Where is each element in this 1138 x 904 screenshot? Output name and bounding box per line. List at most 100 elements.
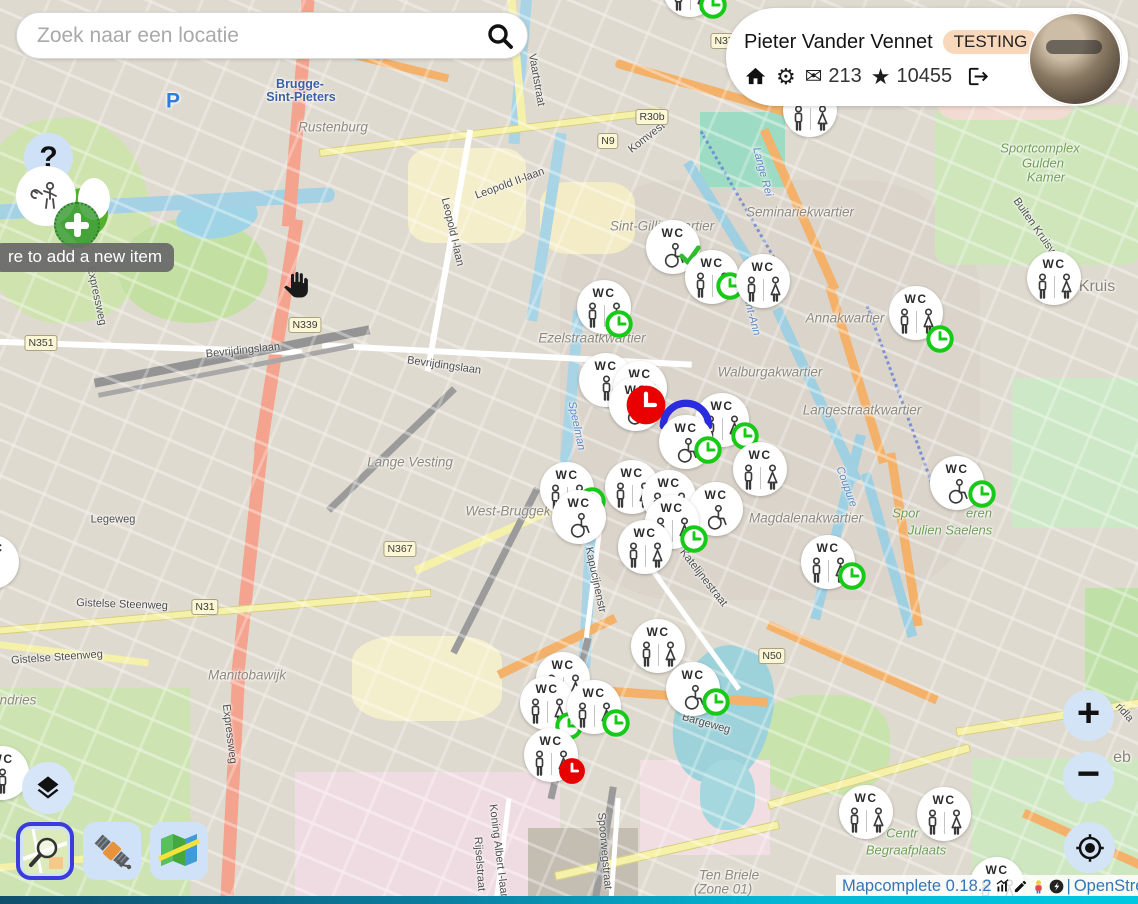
star-icon[interactable]: ★	[871, 66, 891, 88]
wc-label: WC	[752, 260, 775, 274]
wc-label: WC	[593, 286, 616, 300]
wc-label: WC	[749, 448, 772, 462]
pictogram-row	[923, 806, 966, 836]
user-name-row: Pieter Vander Vennet TESTING	[744, 30, 1038, 54]
map-canvas[interactable]: Brugge-Sint-PietersRustenburgSint-Gillis…	[0, 0, 1138, 904]
geolocate-button[interactable]	[1064, 822, 1115, 873]
toilet-marker[interactable]: WC	[801, 535, 855, 589]
logout-icon[interactable]	[967, 65, 990, 88]
toilet-marker[interactable]: WC	[685, 250, 739, 304]
pictogram-row	[739, 461, 782, 491]
opening-hours-open-icon	[694, 436, 723, 465]
zoom-in-label: +	[1077, 691, 1100, 736]
wc-label: WC	[933, 793, 956, 807]
wc-label: WC	[661, 501, 684, 515]
wc-label: WC	[647, 625, 670, 639]
toilet-marker[interactable]: WC	[524, 728, 578, 782]
toilet-marker[interactable]: WC	[552, 490, 606, 544]
user-name: Pieter Vander Vennet	[744, 31, 933, 54]
toilet-marker[interactable]: WC	[567, 680, 621, 734]
user-mode-badge: TESTING	[943, 30, 1039, 54]
style-map-button[interactable]	[150, 822, 208, 880]
wc-label: WC	[817, 541, 840, 555]
wc-label: WC	[658, 476, 681, 490]
opening-hours-open-icon	[968, 480, 997, 509]
toilet-marker[interactable]: WC	[736, 254, 790, 308]
search-icon[interactable]	[485, 21, 515, 51]
toilet-marker[interactable]: WC	[520, 676, 574, 730]
toilet-marker[interactable]: WC	[917, 787, 971, 841]
avatar[interactable]	[1028, 12, 1122, 106]
add-plus-icon[interactable]	[54, 202, 100, 248]
layers-button[interactable]	[22, 762, 74, 814]
wc-label: WC	[621, 466, 644, 480]
wc-label: WC	[634, 526, 657, 540]
pictogram-row	[1033, 270, 1076, 300]
opening-hours-open-icon	[838, 562, 867, 591]
wc-label: WC	[946, 462, 969, 476]
envelope-icon[interactable]: ✉	[805, 66, 823, 87]
toilet-marker[interactable]: WC	[666, 662, 720, 716]
osm-link[interactable]: OpenStreetMap	[1074, 877, 1138, 896]
opening-hours-open-icon	[699, 0, 728, 20]
gear-icon[interactable]: ⚙	[776, 66, 796, 88]
style-satellite-button[interactable]	[83, 822, 141, 880]
pictogram-row	[624, 539, 667, 569]
opening-hours-open-icon	[926, 325, 955, 354]
toilet-pin[interactable]: WC	[839, 785, 893, 839]
wc-label: WC	[568, 496, 591, 510]
home-icon[interactable]	[744, 65, 767, 88]
wc-label: WC	[556, 468, 579, 482]
toilet-pin[interactable]: WC	[736, 254, 790, 308]
stats-icon[interactable]	[995, 879, 1010, 894]
search-bar[interactable]	[16, 12, 528, 59]
pictogram-row	[742, 273, 785, 303]
style-osm-carto-button[interactable]	[16, 822, 74, 880]
toilet-marker[interactable]: WC	[1027, 251, 1081, 305]
toilet-pin[interactable]: WC	[917, 787, 971, 841]
wc-label: WC	[1043, 257, 1066, 271]
zoom-in-button[interactable]: +	[1063, 690, 1114, 741]
attribution-bar: Mapcomplete 0.18.2 | OpenStreetMap	[836, 875, 1138, 898]
toilet-marker[interactable]: WC	[577, 280, 631, 334]
pictogram-row	[564, 509, 594, 539]
toilet-pin[interactable]: WC	[552, 490, 606, 544]
wc-label: WC	[552, 658, 575, 672]
toilet-marker[interactable]: WC	[0, 535, 19, 589]
toilet-pin[interactable]: WC	[0, 535, 19, 589]
mascot-icon[interactable]	[1031, 879, 1046, 894]
toilet-marker[interactable]: WC	[659, 415, 713, 469]
pictogram-row	[0, 554, 2, 584]
toilet-marker[interactable]: WC	[839, 785, 893, 839]
wc-label: WC	[540, 734, 563, 748]
zoom-out-button[interactable]: −	[1063, 752, 1114, 803]
markers-layer: WCWCWCWCWCWCWCWCWCWCWCWCWCWCWCWCWCWCWCWC…	[0, 0, 1138, 904]
folded-map-icon	[157, 829, 201, 873]
wc-label: WC	[855, 791, 878, 805]
changeset-count: 10455	[896, 65, 952, 88]
opening-hours-closed-icon	[558, 757, 586, 785]
toilet-marker[interactable]: WC	[663, 0, 717, 17]
toilet-marker[interactable]: WC	[930, 456, 984, 510]
community-icon[interactable]	[1049, 879, 1064, 894]
toilet-pin[interactable]: WC	[618, 520, 672, 574]
edit-icon[interactable]	[1013, 879, 1028, 894]
message-count: 213	[828, 65, 861, 88]
zoom-out-label: −	[1077, 752, 1100, 797]
toilet-marker[interactable]: WC	[889, 286, 943, 340]
wc-label: WC	[0, 752, 14, 766]
user-actions-row: ⚙ ✉ 213 ★ 10455	[744, 65, 990, 88]
background-layer-switcher	[16, 822, 208, 880]
wc-label: WC	[0, 541, 4, 555]
toilet-marker[interactable]: WC	[618, 520, 672, 574]
crosshair-icon	[1075, 833, 1105, 863]
wc-label: WC	[905, 292, 928, 306]
opening-hours-open-icon	[702, 688, 731, 717]
opening-hours-open-icon	[605, 310, 634, 339]
app-version[interactable]: Mapcomplete 0.18.2	[842, 877, 992, 896]
toilet-pin[interactable]: WC	[1027, 251, 1081, 305]
layers-icon	[34, 774, 62, 802]
bottom-progress-strip	[0, 896, 1138, 904]
pictogram-row	[789, 102, 832, 132]
search-input[interactable]	[35, 23, 485, 49]
